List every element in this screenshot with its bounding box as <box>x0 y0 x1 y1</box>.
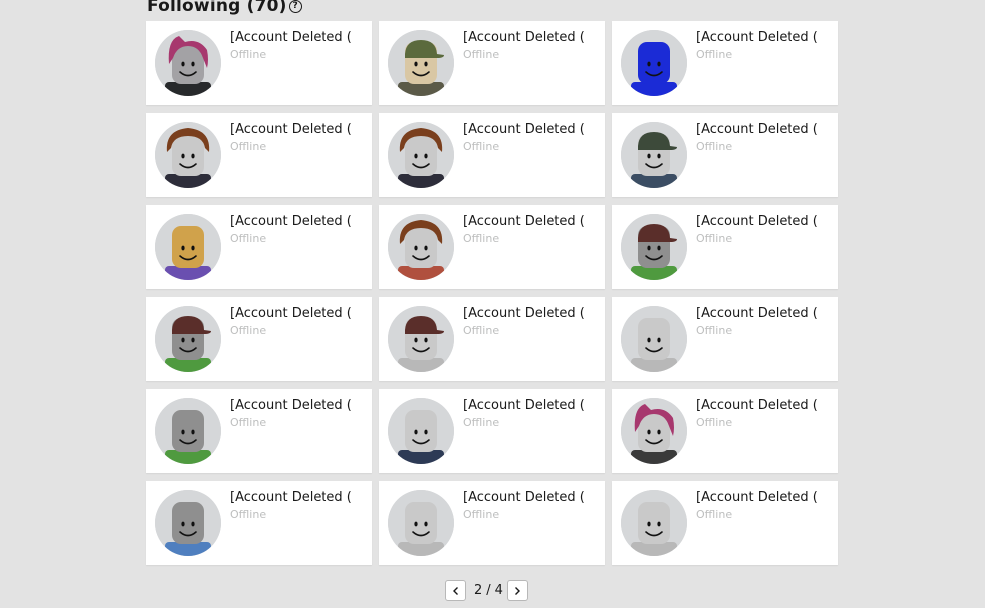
total-pages: 4 <box>494 583 503 598</box>
friend-card[interactable]: [Account Deleted (2 Offline <box>612 389 838 473</box>
user-name[interactable]: [Account Deleted (8 <box>463 214 584 229</box>
avatar[interactable] <box>388 30 454 96</box>
presence-status: Offline <box>463 508 500 521</box>
friend-card[interactable]: [Account Deleted (2 Offline <box>612 481 838 565</box>
user-name[interactable]: [Account Deleted (4 <box>230 30 351 45</box>
user-name[interactable]: [Account Deleted (4 <box>230 490 351 505</box>
presence-status: Offline <box>696 48 733 61</box>
presence-status: Offline <box>463 140 500 153</box>
chevron-right-icon <box>515 586 521 595</box>
presence-status: Offline <box>696 416 733 429</box>
user-name[interactable]: [Account Deleted (7 <box>230 214 351 229</box>
friend-card[interactable]: [Account Deleted (8 Offline <box>379 205 605 289</box>
friend-card[interactable]: [Account Deleted (2 Offline <box>379 297 605 381</box>
avatar[interactable] <box>388 214 454 280</box>
presence-status: Offline <box>230 232 267 245</box>
friend-card[interactable]: [Account Deleted (5 Offline <box>612 21 838 105</box>
presence-status: Offline <box>696 232 733 245</box>
presence-status: Offline <box>230 48 267 61</box>
friend-card[interactable]: [Account Deleted (4 Offline <box>146 21 372 105</box>
presence-status: Offline <box>230 140 267 153</box>
friend-card[interactable]: [Account Deleted (4 Offline <box>146 389 372 473</box>
user-name[interactable]: [Account Deleted (2 <box>696 398 817 413</box>
friend-card[interactable]: [Account Deleted (8 Offline <box>379 389 605 473</box>
following-grid: [Account Deleted (4 Offline [Account Delet… <box>146 21 838 565</box>
friend-card[interactable]: [Account Deleted (2 Offline <box>146 297 372 381</box>
user-name[interactable]: [Account Deleted (2 <box>230 306 351 321</box>
avatar[interactable] <box>155 398 221 464</box>
presence-status: Offline <box>230 324 267 337</box>
user-name[interactable]: [Account Deleted (7 <box>696 122 817 137</box>
page-title: Following (70) <box>147 0 287 16</box>
presence-status: Offline <box>463 324 500 337</box>
avatar[interactable] <box>388 122 454 188</box>
friend-card[interactable]: [Account Deleted (7 Offline <box>146 205 372 289</box>
user-name[interactable]: [Account Deleted (7 <box>230 122 351 137</box>
avatar[interactable] <box>155 122 221 188</box>
friend-card[interactable]: [Account Deleted (7 Offline <box>379 113 605 197</box>
presence-status: Offline <box>230 416 267 429</box>
avatar[interactable] <box>621 398 687 464</box>
presence-status: Offline <box>230 508 267 521</box>
user-name[interactable]: [Account Deleted (8 <box>463 398 584 413</box>
user-name[interactable]: [Account Deleted (2 <box>463 306 584 321</box>
avatar[interactable] <box>621 30 687 96</box>
user-name[interactable]: [Account Deleted (1 <box>463 490 584 505</box>
avatar[interactable] <box>155 490 221 556</box>
avatar[interactable] <box>388 490 454 556</box>
avatar[interactable] <box>388 306 454 372</box>
user-name[interactable]: [Account Deleted (6 <box>463 30 584 45</box>
user-name[interactable]: [Account Deleted (5 <box>696 30 817 45</box>
presence-status: Offline <box>463 232 500 245</box>
friend-card[interactable]: [Account Deleted (1 Offline <box>379 481 605 565</box>
avatar[interactable] <box>621 490 687 556</box>
avatar[interactable] <box>155 30 221 96</box>
friend-card[interactable]: [Account Deleted (4 Offline <box>146 481 372 565</box>
section-header: Following (70) ? <box>147 0 302 18</box>
help-icon[interactable]: ? <box>288 0 302 13</box>
user-name[interactable]: [Account Deleted (7 <box>463 122 584 137</box>
user-name[interactable]: [Account Deleted (4 <box>230 398 351 413</box>
friend-card[interactable]: [Account Deleted (7 Offline <box>612 113 838 197</box>
avatar[interactable] <box>621 306 687 372</box>
friend-card[interactable]: [Account Deleted (7 Offline <box>146 113 372 197</box>
presence-status: Offline <box>463 416 500 429</box>
avatar[interactable] <box>155 306 221 372</box>
next-page-button[interactable] <box>506 580 528 601</box>
presence-status: Offline <box>696 324 733 337</box>
friend-card[interactable]: [Account Deleted (4 Offline <box>612 297 838 381</box>
avatar[interactable] <box>388 398 454 464</box>
user-name[interactable]: [Account Deleted (4 <box>696 306 817 321</box>
user-name[interactable]: [Account Deleted (3 <box>696 214 817 229</box>
current-page: 2 <box>474 583 483 598</box>
avatar[interactable] <box>621 122 687 188</box>
user-name[interactable]: [Account Deleted (2 <box>696 490 817 505</box>
page-indicator: 2 / 4 <box>474 583 503 598</box>
friend-card[interactable]: [Account Deleted (3 Offline <box>612 205 838 289</box>
avatar[interactable] <box>155 214 221 280</box>
page-separator: / <box>486 583 491 598</box>
pagination: 2 / 4 <box>445 580 528 601</box>
presence-status: Offline <box>463 48 500 61</box>
previous-page-button[interactable] <box>445 580 466 601</box>
presence-status: Offline <box>696 508 733 521</box>
avatar[interactable] <box>621 214 687 280</box>
presence-status: Offline <box>696 140 733 153</box>
friend-card[interactable]: [Account Deleted (6 Offline <box>379 21 605 105</box>
chevron-left-icon <box>452 586 458 595</box>
